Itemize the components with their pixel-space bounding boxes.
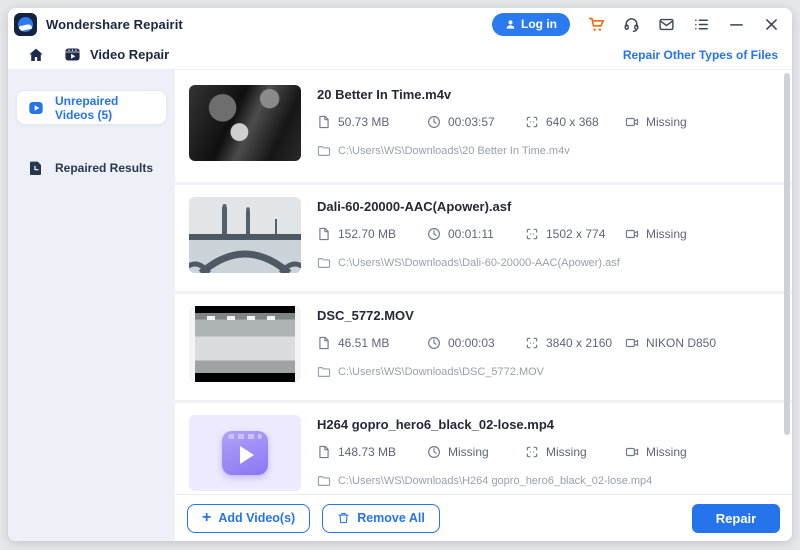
video-path: C:\Users\WS\Downloads\H264 gopro_hero6_b…	[338, 475, 652, 487]
minimize-icon[interactable]	[727, 15, 745, 33]
video-size: 148.73 MB	[338, 445, 396, 459]
plus-icon: +	[202, 510, 211, 526]
video-camera: Missing	[646, 445, 687, 459]
video-path: C:\Users\WS\Downloads\DSC_5772.MOV	[338, 366, 544, 378]
camera-icon	[625, 445, 639, 459]
video-duration: 00:00:03	[448, 336, 495, 350]
nav-bar: Video Repair Repair Other Types of Files	[8, 40, 792, 70]
video-size: 46.51 MB	[338, 336, 389, 350]
add-videos-button[interactable]: + Add Video(s)	[187, 504, 310, 533]
clock-icon	[427, 336, 441, 350]
video-thumbnail	[189, 85, 301, 161]
resolution-icon	[525, 445, 539, 459]
video-resolution: 3840 x 2160	[546, 336, 612, 350]
clock-icon	[427, 227, 441, 241]
app-window: Wondershare Repairit Log in	[8, 8, 792, 541]
video-row[interactable]: Dali-60-20000-AAC(Apower).asf 152.70 MB …	[175, 185, 792, 291]
camera-icon	[625, 336, 639, 350]
repair-other-types-link[interactable]: Repair Other Types of Files	[623, 48, 778, 62]
login-button[interactable]: Log in	[492, 13, 570, 36]
play-icon	[28, 100, 44, 116]
clock-icon	[427, 115, 441, 129]
home-icon[interactable]	[28, 47, 44, 63]
footer-bar: + Add Video(s) Remove All Repair	[175, 494, 792, 541]
sidebar-item-repaired-results[interactable]: Repaired Results	[17, 151, 166, 184]
video-duration: 00:03:57	[448, 115, 495, 129]
video-thumbnail	[189, 197, 301, 273]
video-size: 152.70 MB	[338, 227, 396, 241]
sidebar-item-label: Repaired Results	[55, 161, 153, 175]
file-icon	[317, 227, 331, 241]
video-duration: 00:01:11	[448, 227, 494, 241]
resolution-icon	[525, 115, 539, 129]
folder-icon	[317, 144, 331, 158]
resolution-icon	[525, 336, 539, 350]
video-resolution: Missing	[546, 445, 587, 459]
video-title: 20 Better In Time.m4v	[317, 87, 778, 102]
camera-icon	[625, 115, 639, 129]
video-row[interactable]: DSC_5772.MOV 46.51 MB 00:00:03 3840 x 21…	[175, 294, 792, 400]
file-icon	[317, 336, 331, 350]
video-resolution: 1502 x 774	[546, 227, 605, 241]
user-icon	[505, 19, 516, 30]
folder-icon	[317, 365, 331, 379]
video-list: 20 Better In Time.m4v 50.73 MB 00:03:57 …	[175, 70, 792, 494]
video-camera: NIKON D850	[646, 336, 716, 350]
file-icon	[317, 445, 331, 459]
video-row[interactable]: H264 gopro_hero6_black_02-lose.mp4 148.7…	[175, 403, 792, 494]
video-path: C:\Users\WS\Downloads\Dali-60-20000-AAC(…	[338, 257, 620, 269]
folder-icon	[317, 256, 331, 270]
video-camera: Missing	[646, 115, 687, 129]
headset-icon[interactable]	[622, 15, 640, 33]
video-title: H264 gopro_hero6_black_02-lose.mp4	[317, 417, 778, 432]
video-thumbnail	[189, 306, 301, 382]
video-duration: Missing	[448, 445, 489, 459]
menu-list-icon[interactable]	[692, 15, 710, 33]
video-row[interactable]: 20 Better In Time.m4v 50.73 MB 00:03:57 …	[175, 70, 792, 182]
video-repair-icon	[64, 46, 81, 63]
page-title: Video Repair	[90, 47, 169, 62]
video-thumbnail	[189, 415, 301, 491]
sidebar-item-label: Unrepaired Videos (5)	[55, 94, 155, 122]
scrollbar[interactable]	[784, 73, 790, 435]
video-resolution: 640 x 368	[546, 115, 599, 129]
mail-icon[interactable]	[657, 15, 675, 33]
title-bar: Wondershare Repairit Log in	[8, 8, 792, 40]
camera-icon	[625, 227, 639, 241]
resolution-icon	[525, 227, 539, 241]
file-icon	[317, 115, 331, 129]
app-logo-icon	[14, 13, 37, 36]
video-size: 50.73 MB	[338, 115, 389, 129]
sidebar: Unrepaired Videos (5) Repaired Results	[8, 70, 175, 541]
video-title: Dali-60-20000-AAC(Apower).asf	[317, 199, 778, 214]
remove-all-button[interactable]: Remove All	[322, 504, 440, 533]
video-title: DSC_5772.MOV	[317, 308, 778, 323]
close-icon[interactable]	[762, 15, 780, 33]
cart-icon[interactable]	[587, 15, 605, 33]
clock-icon	[427, 445, 441, 459]
video-list-panel: 20 Better In Time.m4v 50.73 MB 00:03:57 …	[175, 70, 792, 541]
app-title: Wondershare Repairit	[46, 17, 183, 32]
repaired-doc-icon	[28, 160, 44, 176]
trash-icon	[337, 511, 350, 525]
video-placeholder-icon	[222, 431, 268, 475]
video-camera: Missing	[646, 227, 687, 241]
repair-button[interactable]: Repair	[692, 504, 780, 533]
sidebar-item-unrepaired-videos[interactable]: Unrepaired Videos (5)	[17, 91, 166, 124]
folder-icon	[317, 474, 331, 488]
video-path: C:\Users\WS\Downloads\20 Better In Time.…	[338, 145, 570, 157]
